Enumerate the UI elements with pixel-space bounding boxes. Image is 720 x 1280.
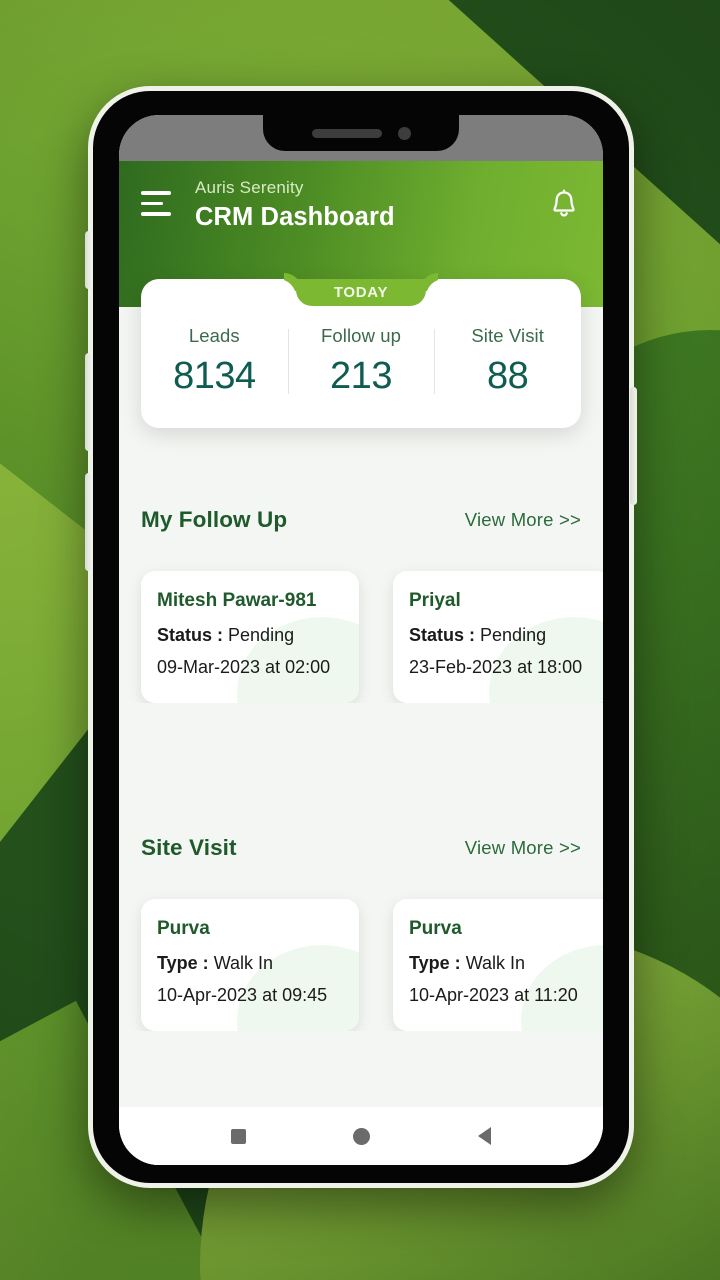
section-title: My Follow Up (141, 507, 288, 532)
phone-mockup-frame: Auris Serenity CRM Dashboard TODAY Leads… (85, 86, 637, 1188)
list-item[interactable]: Mitesh Pawar-981 Status : Pending 09-Mar… (141, 571, 359, 703)
card-type-value: Walk In (465, 953, 526, 973)
today-tab: TODAY (296, 279, 426, 306)
device-button-volume-down[interactable] (85, 473, 92, 571)
card-title: Purva (409, 918, 462, 939)
stat-value: 8134 (173, 355, 256, 397)
view-more-follow-up-link[interactable]: View More >> (465, 509, 581, 531)
card-type-key: Type : (409, 953, 461, 973)
list-item[interactable]: Priyal Status : Pending 23-Feb-2023 at 1… (393, 571, 603, 703)
android-navigation-bar (119, 1107, 603, 1165)
section-my-follow-up: My Follow Up View More >> Mitesh Pawar-9… (119, 507, 603, 703)
earpiece-speaker-icon (311, 128, 382, 138)
today-tab-label: TODAY (333, 284, 389, 301)
header-title-group: Auris Serenity CRM Dashboard (175, 175, 547, 233)
device-notch (263, 115, 459, 151)
card-status-value: Pending (480, 625, 547, 645)
follow-up-card-list[interactable]: Mitesh Pawar-981 Status : Pending 09-Mar… (119, 533, 603, 703)
stat-follow-up[interactable]: Follow up 213 (287, 325, 435, 398)
stat-site-visit[interactable]: Site Visit 88 (434, 325, 581, 398)
card-type-key: Type : (157, 953, 209, 973)
card-status-key: Status : (157, 625, 224, 645)
section-title: Site Visit (141, 835, 237, 860)
card-status-key: Status : (409, 625, 476, 645)
list-item[interactable]: Purva Type : Walk In 10-Apr-2023 at 11:2… (393, 899, 603, 1031)
card-title: Mitesh Pawar-981 (157, 590, 317, 611)
page-title: CRM Dashboard (195, 203, 395, 231)
hamburger-menu-icon[interactable] (141, 175, 175, 216)
stats-summary-card: TODAY Leads 8134 Follow up 213 Site Visi… (141, 279, 581, 428)
card-status: Status : Pending (157, 622, 343, 648)
card-status: Status : Pending (409, 622, 595, 648)
header-subtitle: Auris Serenity (195, 178, 304, 197)
card-datetime: 23-Feb-2023 at 18:00 (409, 657, 583, 677)
section-site-visit: Site Visit View More >> Purva Type : Wal… (119, 835, 603, 1031)
stat-value: 213 (330, 355, 392, 397)
home-circle-icon[interactable] (353, 1127, 371, 1145)
card-datetime: 09-Mar-2023 at 02:00 (157, 657, 331, 677)
app-header-row: Auris Serenity CRM Dashboard (119, 175, 603, 233)
phone-screen: Auris Serenity CRM Dashboard TODAY Leads… (119, 115, 603, 1165)
card-type: Type : Walk In (409, 950, 603, 976)
back-triangle-icon[interactable] (478, 1127, 492, 1145)
card-title: Priyal (409, 590, 461, 611)
device-button-silent[interactable] (85, 231, 92, 289)
view-more-site-visit-link[interactable]: View More >> (465, 837, 581, 859)
card-datetime: 10-Apr-2023 at 11:20 (409, 985, 578, 1005)
section-header: Site Visit View More >> (119, 835, 603, 861)
front-camera-icon (397, 126, 411, 140)
card-status-value: Pending (228, 625, 295, 645)
section-header: My Follow Up View More >> (119, 507, 603, 533)
card-datetime: 10-Apr-2023 at 09:45 (157, 985, 328, 1005)
card-title: Purva (157, 918, 210, 939)
stat-label: Leads (188, 325, 240, 346)
card-type-value: Walk In (213, 953, 274, 973)
site-visit-card-list[interactable]: Purva Type : Walk In 10-Apr-2023 at 09:4… (119, 861, 603, 1031)
device-button-power[interactable] (630, 387, 637, 505)
stat-label: Site Visit (471, 325, 544, 346)
recents-square-icon[interactable] (230, 1128, 246, 1144)
stat-value: 88 (487, 355, 529, 397)
card-type: Type : Walk In (157, 950, 343, 976)
stat-label: Follow up (320, 325, 402, 346)
device-button-volume-up[interactable] (85, 353, 92, 451)
notification-bell-icon[interactable] (547, 187, 581, 223)
screenshot-stage: Auris Serenity CRM Dashboard TODAY Leads… (0, 0, 720, 1280)
list-item[interactable]: Purva Type : Walk In 10-Apr-2023 at 09:4… (141, 899, 359, 1031)
stat-leads[interactable]: Leads 8134 (141, 325, 288, 398)
